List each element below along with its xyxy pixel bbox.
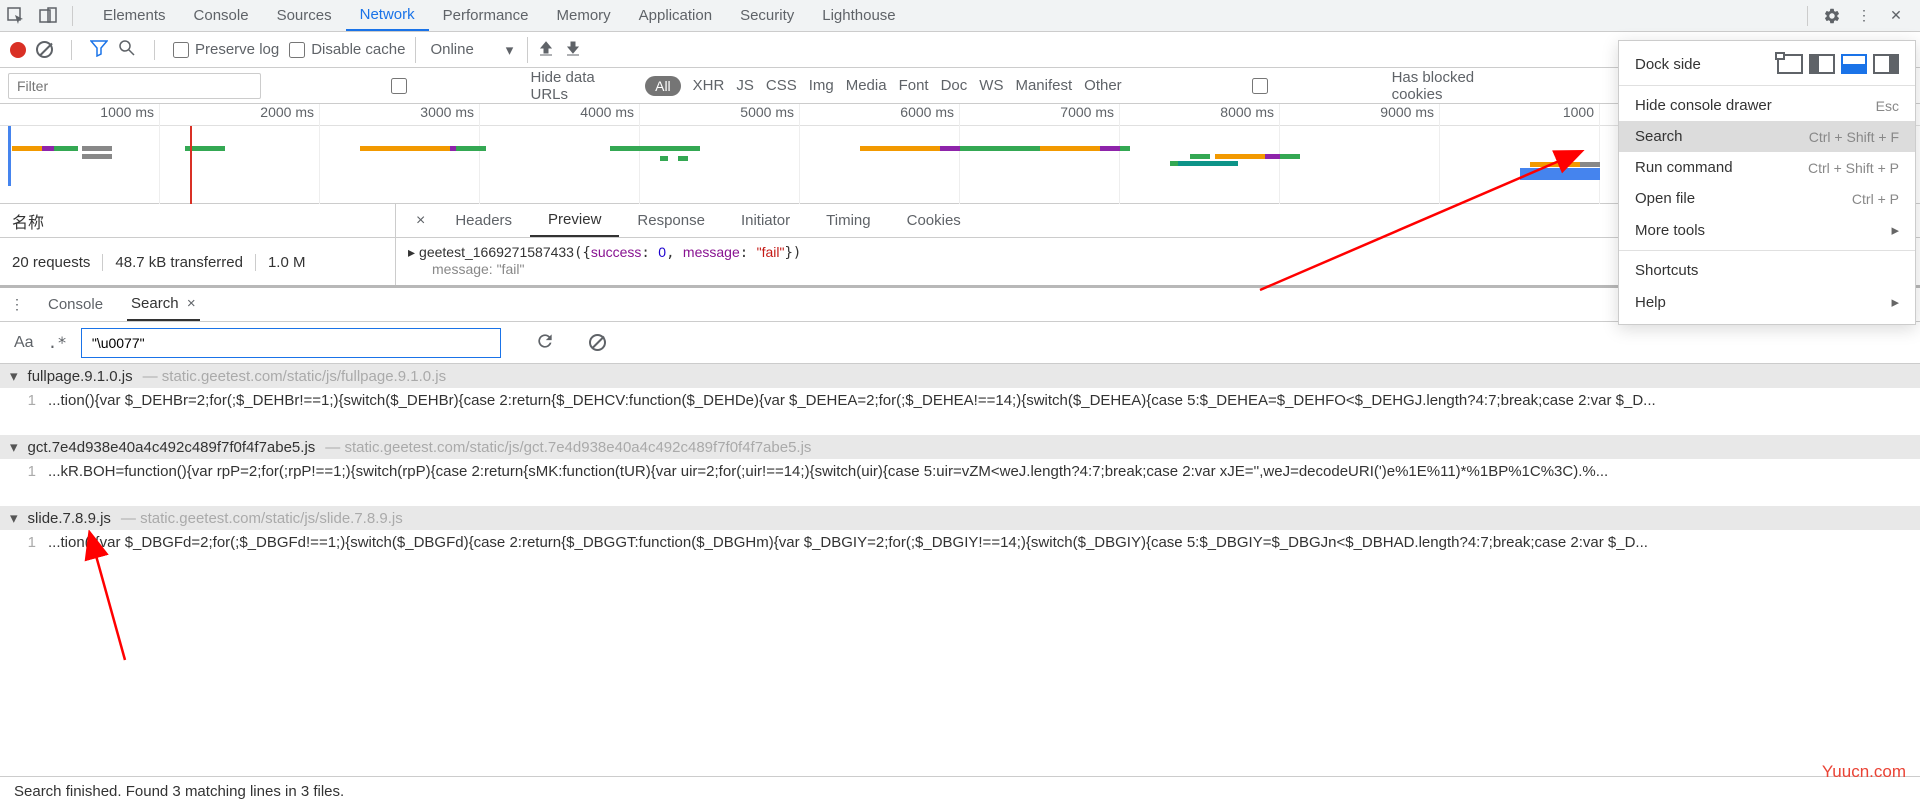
- tab-timing[interactable]: Timing: [808, 204, 888, 237]
- filter-icon[interactable]: [90, 39, 108, 60]
- disclosure-icon[interactable]: ▾: [10, 367, 18, 385]
- has-blocked-cookies-checkbox[interactable]: Has blocked cookies: [1134, 69, 1525, 103]
- chevron-down-icon: ▾: [506, 41, 514, 59]
- filter-manifest[interactable]: Manifest: [1015, 77, 1072, 94]
- column-name[interactable]: 名称: [0, 204, 395, 238]
- refresh-icon[interactable]: [535, 331, 555, 354]
- dock-side-row: Dock side: [1619, 47, 1915, 81]
- tab-sources[interactable]: Sources: [263, 0, 346, 31]
- tab-initiator[interactable]: Initiator: [723, 204, 808, 237]
- tab-lighthouse[interactable]: Lighthouse: [808, 0, 909, 31]
- result-match[interactable]: 1 ...tion(){var $_DEHBr=2;for(;$_DEHBr!=…: [0, 388, 1920, 413]
- tab-performance[interactable]: Performance: [429, 0, 543, 31]
- result-match[interactable]: 1 ...tion(){var $_DBGFd=2;for(;$_DBGFd!=…: [0, 530, 1920, 555]
- status-bar: Search finished. Found 3 matching lines …: [0, 776, 1920, 806]
- result-file-header[interactable]: ▾ slide.7.8.9.js — static.geetest.com/st…: [0, 506, 1920, 530]
- tab-memory[interactable]: Memory: [543, 0, 625, 31]
- result-file-header[interactable]: ▾ fullpage.9.1.0.js — static.geetest.com…: [0, 364, 1920, 388]
- close-icon[interactable]: ✕: [1886, 6, 1906, 26]
- settings-menu: Dock side Hide console drawerEsc SearchC…: [1618, 40, 1916, 325]
- menu-more-tools[interactable]: More tools▸: [1619, 214, 1915, 246]
- result-match[interactable]: 1 ...kR.BOH=function(){var rpP=2;for(;rp…: [0, 459, 1920, 484]
- network-summary: 20 requests 48.7 kB transferred 1.0 M: [0, 238, 395, 286]
- panel-tabs: Elements Console Sources Network Perform…: [89, 0, 910, 31]
- separator: [154, 40, 155, 60]
- device-icon[interactable]: [38, 6, 58, 26]
- separator: [71, 40, 72, 60]
- filter-xhr[interactable]: XHR: [693, 77, 725, 94]
- hide-data-urls-checkbox[interactable]: Hide data URLs: [273, 69, 634, 103]
- search-icon[interactable]: [118, 39, 136, 60]
- regex-toggle[interactable]: .*: [48, 333, 67, 352]
- menu-search[interactable]: SearchCtrl + Shift + F: [1619, 121, 1915, 152]
- tab-cookies[interactable]: Cookies: [889, 204, 979, 237]
- watermark: Yuucn.com: [1822, 762, 1906, 782]
- tab-headers[interactable]: Headers: [437, 204, 530, 237]
- filter-doc[interactable]: Doc: [941, 77, 968, 94]
- resource-size: 1.0 M: [256, 254, 318, 271]
- more-icon[interactable]: ⋮: [1854, 6, 1874, 26]
- filter-media[interactable]: Media: [846, 77, 887, 94]
- tab-console[interactable]: Console: [180, 0, 263, 31]
- menu-shortcuts[interactable]: Shortcuts: [1619, 255, 1915, 286]
- filter-other[interactable]: Other: [1084, 77, 1122, 94]
- clear-button[interactable]: [36, 41, 53, 58]
- dock-undock-icon[interactable]: [1777, 54, 1803, 74]
- requests-count: 20 requests: [12, 254, 103, 271]
- download-icon[interactable]: [565, 40, 582, 60]
- filter-img[interactable]: Img: [809, 77, 834, 94]
- drawer-more-icon[interactable]: ⋮: [10, 296, 24, 313]
- dock-bottom-icon[interactable]: [1841, 54, 1867, 74]
- chevron-right-icon: ▸: [1891, 221, 1899, 239]
- transferred-size: 48.7 kB transferred: [103, 254, 256, 271]
- inspect-icon[interactable]: [6, 6, 26, 26]
- dock-right-icon[interactable]: [1873, 54, 1899, 74]
- chevron-right-icon: ▸: [1891, 293, 1899, 311]
- throttling-select[interactable]: Online▾: [415, 37, 528, 63]
- match-case-toggle[interactable]: Aa: [14, 334, 34, 352]
- record-button[interactable]: [10, 42, 26, 58]
- menu-hide-drawer[interactable]: Hide console drawerEsc: [1619, 90, 1915, 121]
- filter-js[interactable]: JS: [736, 77, 754, 94]
- request-list: 名称 20 requests 48.7 kB transferred 1.0 M: [0, 204, 396, 285]
- search-results: ▾ fullpage.9.1.0.js — static.geetest.com…: [0, 364, 1920, 555]
- tab-application[interactable]: Application: [625, 0, 726, 31]
- search-toolbar: Aa .*: [0, 322, 1920, 364]
- upload-icon[interactable]: [538, 40, 555, 60]
- tab-preview[interactable]: Preview: [530, 204, 619, 237]
- disclosure-icon[interactable]: ▾: [10, 438, 18, 456]
- filter-font[interactable]: Font: [899, 77, 929, 94]
- menu-run-command[interactable]: Run commandCtrl + Shift + P: [1619, 152, 1915, 183]
- menu-help[interactable]: Help▸: [1619, 286, 1915, 318]
- separator: [1807, 6, 1808, 26]
- filter-css[interactable]: CSS: [766, 77, 797, 94]
- clear-icon[interactable]: [589, 334, 606, 351]
- filter-input[interactable]: [8, 73, 261, 99]
- tab-response[interactable]: Response: [619, 204, 723, 237]
- result-file-header[interactable]: ▾ gct.7e4d938e40a4c492c489f7f0f4f7abe5.j…: [0, 435, 1920, 459]
- close-search-icon[interactable]: ×: [187, 295, 196, 312]
- drawer-tab-console[interactable]: Console: [44, 288, 107, 321]
- tab-security[interactable]: Security: [726, 0, 808, 31]
- devtools-toolbar: Elements Console Sources Network Perform…: [0, 0, 1920, 32]
- expand-icon[interactable]: ▸: [408, 244, 415, 261]
- drawer-tab-search[interactable]: Search ×: [127, 288, 200, 321]
- tab-network[interactable]: Network: [346, 0, 429, 31]
- filter-all[interactable]: All: [645, 76, 681, 96]
- separator: [72, 6, 73, 26]
- preserve-log-checkbox[interactable]: Preserve log: [173, 41, 279, 58]
- tab-elements[interactable]: Elements: [89, 0, 180, 31]
- disclosure-icon[interactable]: ▾: [10, 509, 18, 527]
- disable-cache-checkbox[interactable]: Disable cache: [289, 41, 405, 58]
- filter-ws[interactable]: WS: [979, 77, 1003, 94]
- close-detail-icon[interactable]: ×: [404, 212, 437, 230]
- gear-icon[interactable]: [1822, 6, 1842, 26]
- dock-left-icon[interactable]: [1809, 54, 1835, 74]
- search-input[interactable]: [81, 328, 501, 358]
- menu-open-file[interactable]: Open fileCtrl + P: [1619, 183, 1915, 214]
